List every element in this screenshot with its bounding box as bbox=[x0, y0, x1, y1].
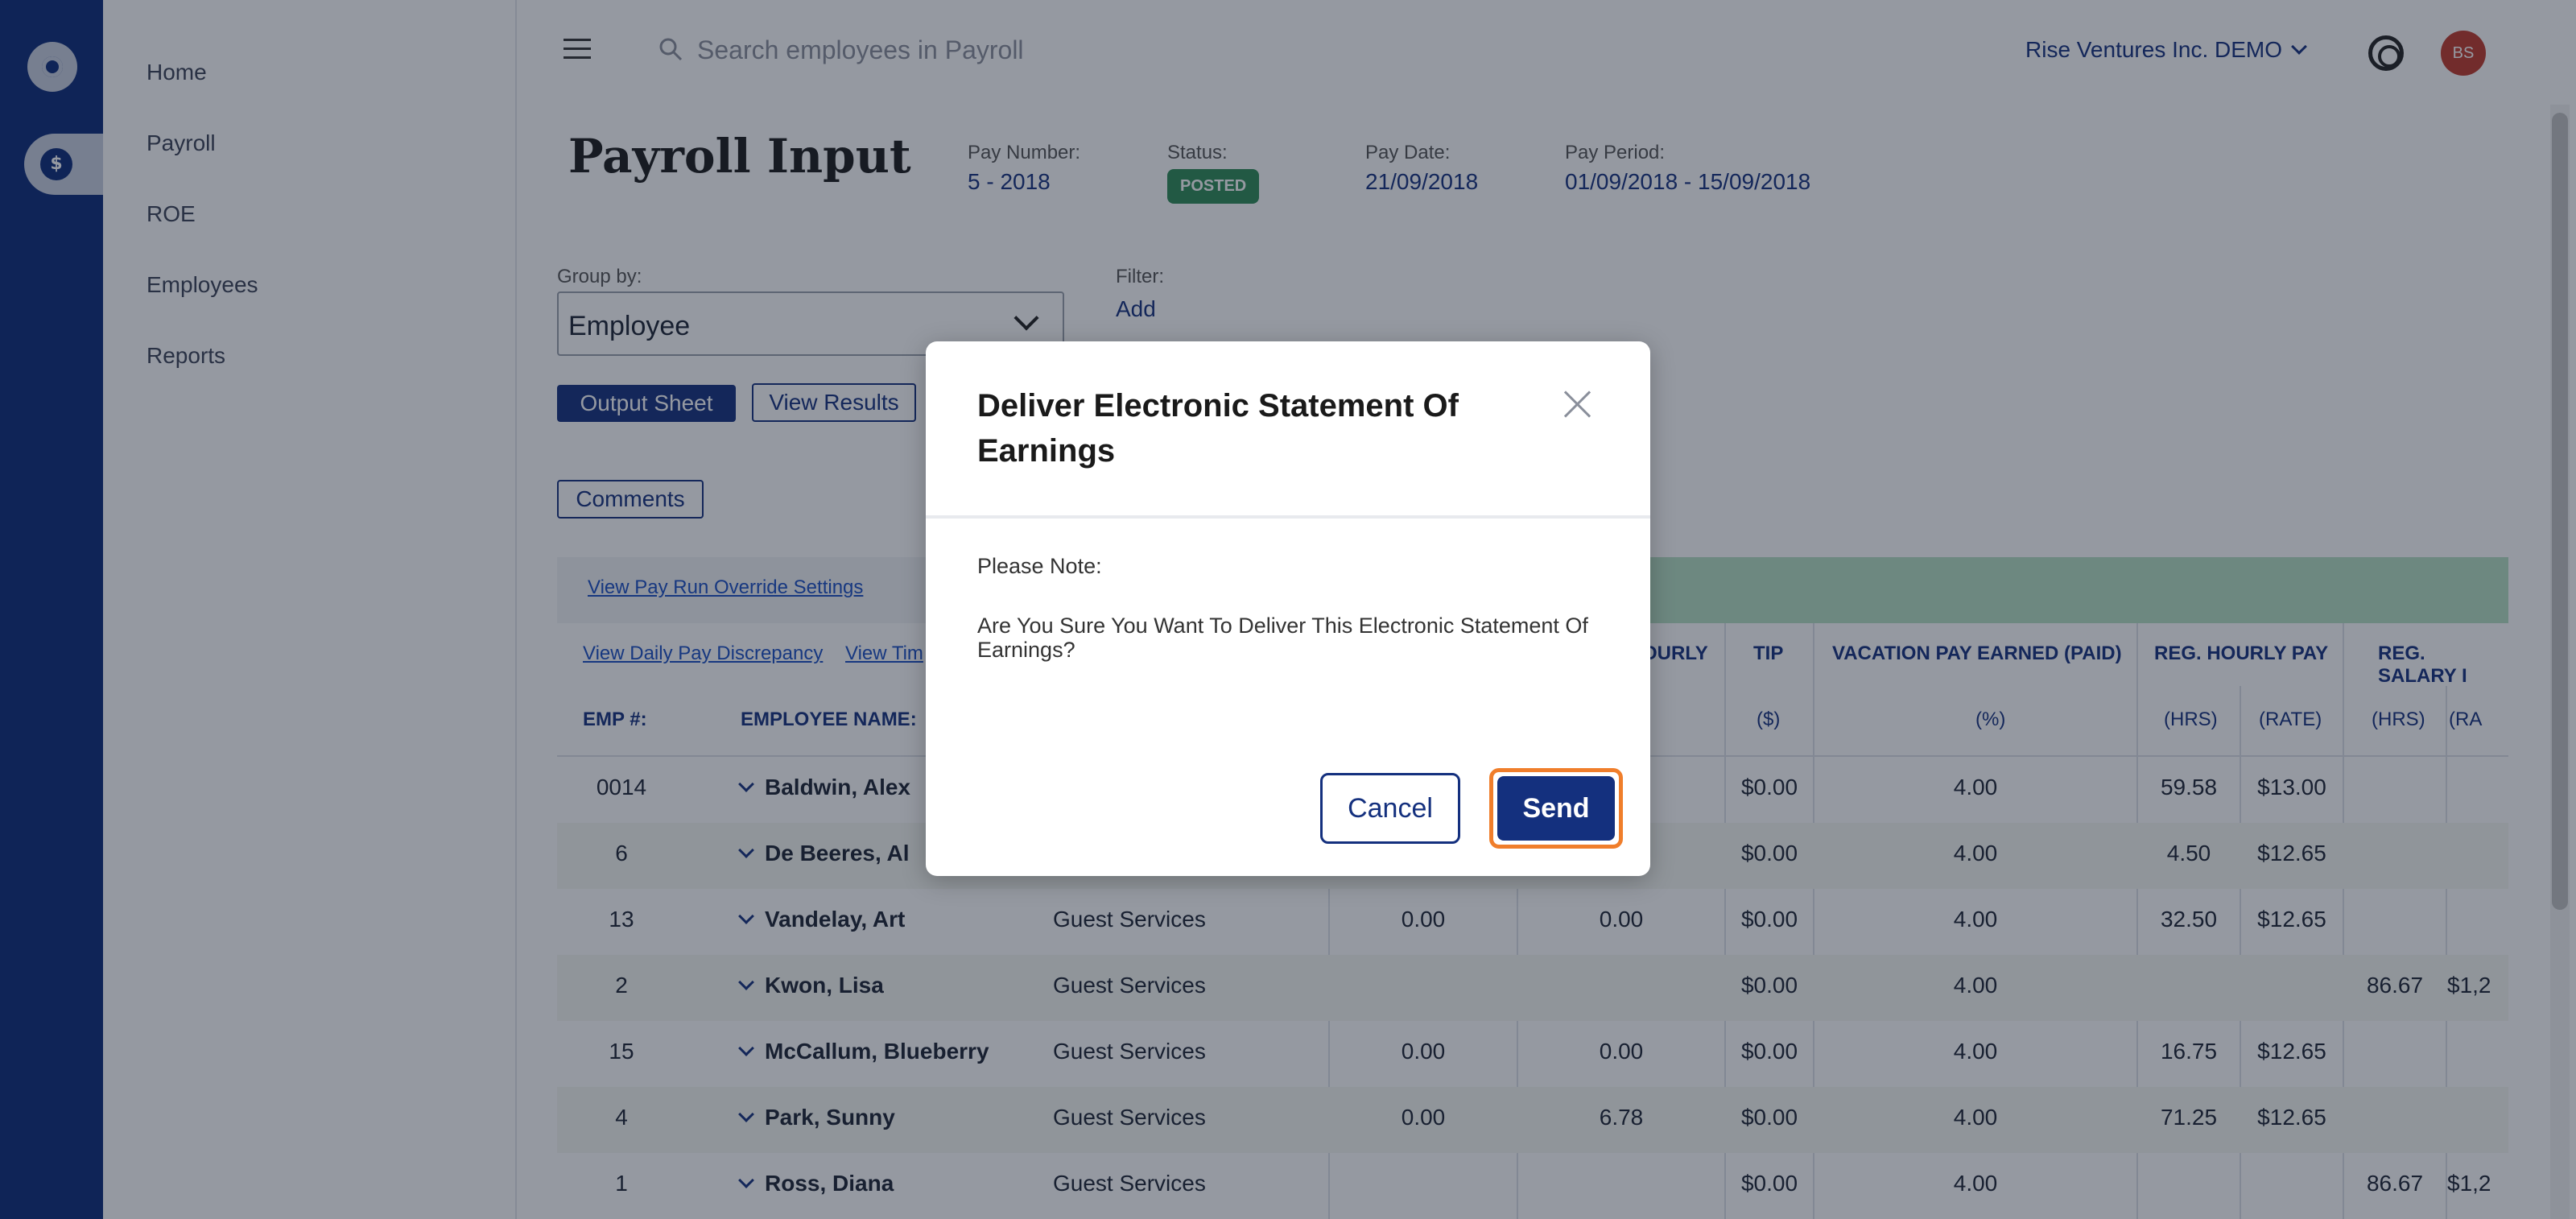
deliver-statement-dialog: Deliver Electronic Statement Of Earnings… bbox=[926, 341, 1650, 876]
cancel-button[interactable]: Cancel bbox=[1320, 773, 1460, 844]
dialog-message: Are You Sure You Want To Deliver This El… bbox=[977, 614, 1588, 662]
dialog-divider bbox=[926, 515, 1650, 519]
close-icon[interactable] bbox=[1560, 386, 1596, 422]
dialog-note-label: Please Note: bbox=[977, 554, 1102, 578]
send-button[interactable]: Send bbox=[1497, 776, 1615, 841]
dialog-title: Deliver Electronic Statement Of Earnings bbox=[977, 388, 1459, 469]
